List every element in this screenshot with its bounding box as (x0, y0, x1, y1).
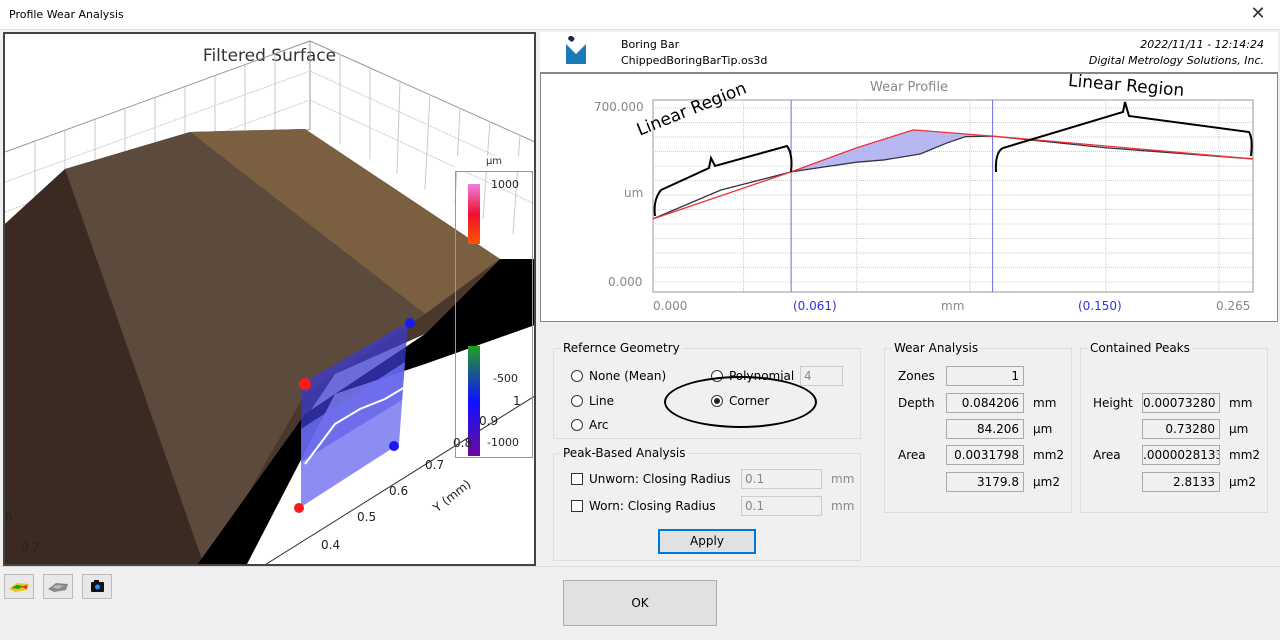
radio-label: Arc (589, 418, 609, 432)
x-tick: 0.8 (453, 436, 473, 450)
color-map-view-button[interactable] (4, 574, 34, 599)
polynomial-order-input[interactable]: 4 (800, 366, 843, 386)
company-logo-icon (566, 36, 586, 64)
area-label: Area (898, 448, 926, 462)
unit-label: µm (1033, 422, 1053, 436)
plot-area (652, 99, 1254, 293)
footer-divider (0, 566, 1280, 567)
colorbar-label: 500 (495, 242, 516, 255)
unit-label: mm (831, 472, 855, 486)
radio-none-mean[interactable]: None (Mean) (571, 369, 666, 383)
reference-geometry-legend: Refernce Geometry (563, 341, 680, 355)
radio-line[interactable]: Line (571, 394, 614, 408)
x-marker-label: (0.061) (793, 299, 837, 313)
left-tick: 6 (5, 510, 13, 524)
radio-button[interactable] (571, 395, 583, 407)
depth-label: Depth (898, 396, 935, 410)
x-axis-label: mm (941, 299, 965, 313)
zones-value: 1 (946, 366, 1024, 386)
y-tick-label: 700.000 (594, 100, 644, 114)
contained-peaks-legend: Contained Peaks (1090, 341, 1190, 355)
window-title: Profile Wear Analysis (9, 8, 124, 21)
unit-label: µm2 (1033, 475, 1060, 489)
radio-label: None (Mean) (589, 369, 667, 383)
corner-point-red-top (299, 378, 311, 390)
radio-button[interactable] (571, 370, 583, 382)
y-tick-label: 0.000 (608, 275, 643, 289)
depth-mm-value: 0.084206 (946, 393, 1024, 413)
unit-label: µm2 (1229, 475, 1256, 489)
radio-button[interactable] (571, 419, 583, 431)
corner-point-blue-top (405, 318, 415, 328)
unworn-closing-radius-checkbox[interactable]: Unworn: Closing Radius (571, 472, 731, 486)
unit-label: mm (831, 499, 855, 513)
title-bar: Profile Wear Analysis ✕ (0, 0, 1280, 30)
peak-analysis-legend: Peak-Based Analysis (563, 446, 686, 460)
colorbar-label: -1000 (487, 436, 519, 449)
checkbox-label: Unworn: Closing Radius (589, 472, 731, 486)
area-mm2-value: .0000028133 (1142, 445, 1220, 465)
worn-closing-radius-checkbox[interactable]: Worn: Closing Radius (571, 499, 716, 513)
zones-label: Zones (898, 369, 935, 383)
colorbar-unit: µm (455, 156, 533, 172)
radio-label: Line (589, 394, 615, 408)
worn-radius-input[interactable]: 0.1 (741, 496, 822, 516)
y-tick: 0.7 (425, 458, 445, 472)
area-um2-value: 3179.8 (946, 472, 1024, 492)
unit-label: mm2 (1033, 448, 1065, 462)
y-tick: 0.5 (357, 510, 377, 524)
area-um2-value: 2.8133 (1142, 472, 1220, 492)
product-name: Boring Bar (621, 38, 680, 51)
colorbar-label: -500 (493, 372, 518, 385)
wear-profile-plot[interactable] (541, 74, 1279, 324)
colorbar-frame (455, 156, 533, 458)
checkbox[interactable] (571, 500, 583, 512)
company-name: Digital Metrology Solutions, Inc. (1088, 54, 1264, 67)
highlight-ellipse (664, 376, 817, 428)
file-name: ChippedBoringBarTip.os3d (621, 54, 768, 67)
depth-um-value: 84.206 (946, 419, 1024, 439)
surface-view[interactable]: Filtered Surface µm 1000 500 -500 -1000 … (3, 32, 536, 566)
y-axis-label: um (624, 186, 644, 200)
close-icon[interactable]: ✕ (1246, 3, 1270, 24)
wear-analysis-legend: Wear Analysis (894, 341, 979, 355)
area-mm2-value: 0.0031798 (946, 445, 1024, 465)
apply-button[interactable]: Apply (658, 529, 756, 554)
unit-label: mm2 (1229, 448, 1261, 462)
x-tick-label: 0.265 (1216, 299, 1251, 313)
gray-surface-view-icon (48, 583, 68, 592)
checkbox[interactable] (571, 473, 583, 485)
height-um-value: 0.73280 (1142, 419, 1220, 439)
radio-arc[interactable]: Arc (571, 418, 608, 432)
x-tick: 1 (513, 394, 521, 408)
area-label: Area (1093, 448, 1121, 462)
colorbar-label: 1000 (491, 178, 519, 191)
x-tick: 0.9 (479, 414, 499, 428)
snapshot-button[interactable] (82, 574, 112, 599)
corner-point-blue-bottom (389, 441, 399, 451)
timestamp: 2022/11/11 - 12:14:24 (1140, 38, 1264, 51)
height-label: Height (1093, 396, 1133, 410)
y-tick: 0.6 (389, 484, 409, 498)
unit-label: mm (1229, 396, 1253, 410)
camera-icon (91, 580, 104, 592)
report-header: Boring Bar ChippedBoringBarTip.os3d 2022… (540, 32, 1278, 72)
color-map-view-icon (9, 583, 29, 592)
corner-point-red-bottom (294, 503, 304, 513)
checkbox-label: Worn: Closing Radius (589, 499, 716, 513)
x-marker-label: (0.150) (1078, 299, 1122, 313)
unit-label: µm (1229, 422, 1249, 436)
gray-surface-view-button[interactable] (43, 574, 73, 599)
unit-label: mm (1033, 396, 1057, 410)
x-tick-label: 0.000 (653, 299, 688, 313)
height-mm-value: 0.00073280 (1142, 393, 1220, 413)
wear-profile-chart[interactable]: Wear Profile 700.000 um 0.000 0.000 (0.0… (540, 71, 1279, 324)
left-tick: 0.7 (21, 540, 41, 554)
ok-button[interactable]: OK (563, 580, 717, 626)
unworn-radius-input[interactable]: 0.1 (741, 469, 822, 489)
y-tick: 0.4 (321, 538, 341, 552)
